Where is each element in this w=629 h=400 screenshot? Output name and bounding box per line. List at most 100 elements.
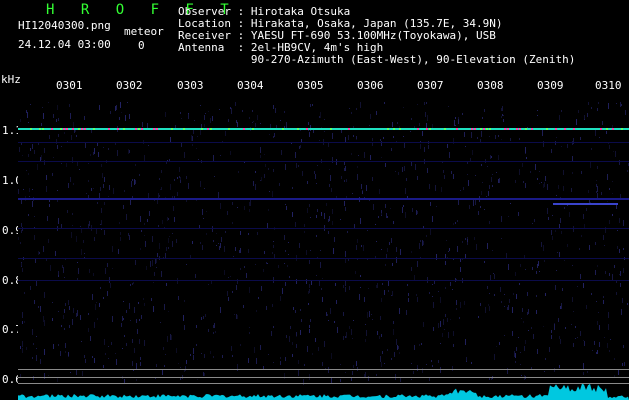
noise-streak	[516, 347, 517, 351]
noise-streak	[332, 221, 333, 225]
noise-streak	[560, 218, 561, 223]
carrier-speckle	[606, 128, 608, 130]
noise-streak	[191, 135, 192, 141]
noise-streak	[527, 292, 528, 296]
noise-streak	[202, 245, 203, 250]
noise-streak	[381, 141, 382, 146]
noise-streak	[64, 309, 65, 313]
noise-streak	[587, 113, 588, 117]
noise-streak	[93, 152, 94, 155]
noise-streak	[417, 104, 418, 105]
noise-streak	[77, 262, 78, 263]
noise-streak	[516, 294, 517, 299]
noise-streak	[603, 235, 604, 240]
noise-streak	[367, 259, 368, 260]
noise-streak	[349, 286, 350, 290]
noise-streak	[248, 249, 249, 253]
noise-streak	[345, 336, 346, 338]
noise-band	[18, 142, 629, 143]
carrier-speckle	[489, 128, 491, 130]
noise-streak	[253, 181, 254, 186]
noise-streak	[255, 264, 256, 265]
noise-streak	[595, 270, 596, 275]
noise-streak	[558, 318, 559, 322]
noise-streak	[365, 324, 366, 325]
noise-streak	[462, 241, 463, 243]
noise-streak	[453, 259, 454, 260]
noise-band	[18, 228, 629, 229]
noise-streak	[134, 348, 135, 353]
noise-streak	[384, 102, 385, 104]
noise-streak	[465, 254, 466, 258]
noise-streak	[181, 118, 182, 119]
noise-streak	[132, 179, 133, 181]
noise-streak	[388, 290, 389, 292]
noise-streak	[462, 113, 463, 115]
noise-streak	[203, 316, 204, 319]
noise-streak	[500, 287, 501, 292]
noise-streak	[61, 163, 62, 164]
noise-streak	[200, 130, 201, 135]
noise-streak	[431, 360, 432, 362]
noise-streak	[145, 241, 146, 247]
noise-streak	[605, 271, 606, 274]
noise-streak	[215, 331, 216, 333]
noise-streak	[60, 351, 61, 356]
noise-streak	[578, 110, 579, 113]
noise-streak	[527, 312, 528, 315]
carrier-speckle	[621, 128, 623, 130]
noise-streak	[310, 217, 311, 218]
noise-streak	[345, 372, 346, 373]
noise-streak	[90, 336, 91, 341]
noise-streak	[192, 241, 193, 244]
noise-streak	[591, 107, 592, 109]
noise-streak	[536, 271, 537, 274]
noise-streak	[90, 154, 91, 156]
noise-streak	[380, 356, 381, 362]
noise-streak	[22, 312, 23, 318]
noise-streak	[608, 103, 609, 109]
noise-streak	[463, 187, 464, 190]
noise-streak	[564, 207, 565, 209]
carrier-speckle	[426, 128, 428, 130]
noise-streak	[232, 202, 233, 205]
noise-streak	[328, 320, 329, 321]
noise-streak	[307, 181, 308, 184]
noise-streak	[359, 294, 360, 300]
noise-streak	[471, 362, 472, 364]
carrier-speckle	[417, 128, 419, 130]
noise-streak	[126, 343, 127, 346]
noise-streak	[292, 354, 293, 357]
noise-streak	[482, 117, 483, 119]
noise-streak	[387, 248, 388, 252]
noise-streak	[101, 208, 102, 213]
noise-streak	[89, 221, 90, 226]
noise-streak	[320, 112, 321, 118]
noise-streak	[307, 208, 308, 213]
noise-streak	[24, 292, 25, 294]
carrier-speckle	[135, 128, 137, 130]
noise-streak	[243, 305, 244, 308]
noise-streak	[73, 122, 74, 128]
noise-streak	[225, 231, 226, 233]
carrier-speckle	[330, 128, 332, 130]
carrier-speckle	[480, 128, 482, 130]
noise-streak	[499, 342, 500, 345]
noise-streak	[201, 124, 202, 128]
noise-streak	[558, 185, 559, 189]
noise-streak	[44, 292, 45, 298]
noise-streak	[498, 135, 499, 137]
noise-streak	[551, 149, 552, 153]
noise-streak	[128, 149, 129, 154]
carrier-speckle	[63, 128, 65, 130]
noise-streak	[328, 219, 329, 222]
noise-streak	[41, 123, 42, 126]
noise-streak	[605, 227, 606, 233]
noise-streak	[477, 137, 478, 139]
noise-streak	[345, 137, 346, 142]
noise-streak	[267, 223, 268, 228]
noise-streak	[559, 252, 560, 257]
noise-streak	[292, 342, 293, 345]
noise-streak	[484, 109, 485, 112]
noise-streak	[210, 118, 211, 123]
